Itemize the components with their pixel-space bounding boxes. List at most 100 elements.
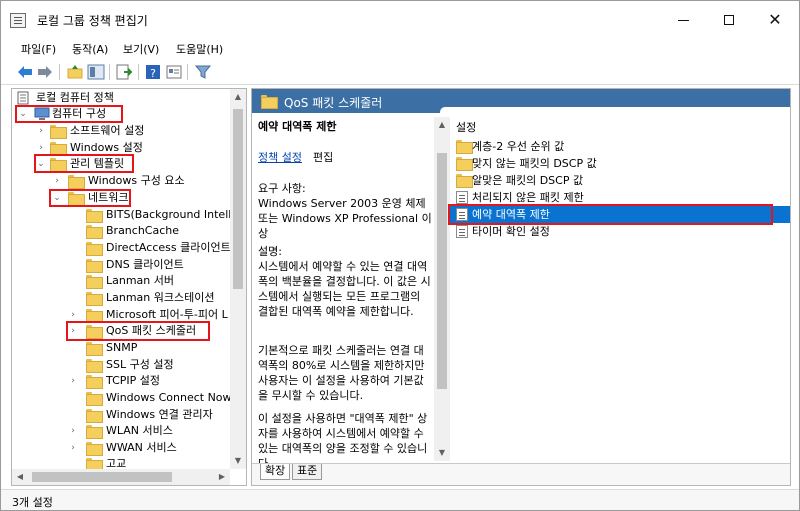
- properties-icon[interactable]: [165, 63, 183, 81]
- chevron-right-icon[interactable]: ›: [52, 173, 62, 189]
- chevron-right-icon[interactable]: ›: [68, 423, 78, 439]
- tab-standard[interactable]: 표준: [292, 464, 323, 480]
- description-scrollbar[interactable]: ▲ ▼: [434, 117, 450, 461]
- policy-setting-icon: [456, 225, 468, 238]
- tree-item-label: Lanman 워크스테이션: [106, 291, 215, 304]
- status-text: 3개 설정: [12, 496, 53, 509]
- show-hide-tree-icon[interactable]: [87, 63, 105, 81]
- tree-hscroll-thumb[interactable]: [32, 472, 172, 482]
- list-item-label: 맞지 않는 패킷의 DSCP 값: [472, 157, 597, 170]
- close-icon: ✕: [768, 10, 782, 29]
- scroll-down-arrow-icon[interactable]: ▼: [434, 445, 450, 461]
- minimize-icon: [677, 19, 689, 21]
- menu-bar: 파일(F) 동작(A) 보기(V) 도움말(H): [1, 39, 799, 59]
- folder-icon: [68, 175, 85, 189]
- tree-item-label: BranchCache: [106, 224, 180, 237]
- red-highlight-box: [49, 189, 131, 207]
- right-pane: QoS 패킷 스케줄러 예약 대역폭 제한 정책 설정 편집 요구 사항: Wi…: [251, 88, 791, 486]
- scroll-down-arrow-icon[interactable]: ▼: [230, 453, 246, 469]
- title-bar: 로컬 그룹 정책 편집기 ✕: [1, 1, 799, 39]
- list-item-label: 알맞은 패킷의 DSCP 값: [472, 174, 584, 187]
- tree-scroll-thumb[interactable]: [233, 109, 243, 289]
- policy-setting-icon: [456, 191, 468, 204]
- tree-item-label: Windows 구성 요소: [88, 174, 185, 187]
- folder-icon: [86, 409, 103, 423]
- red-highlight-box: [15, 105, 123, 123]
- window-title: 로컬 그룹 정책 편집기: [37, 14, 148, 28]
- folder-icon: [86, 225, 103, 239]
- tree-item-label: TCPIP 설정: [106, 374, 161, 387]
- explanation-paragraph-3: 이 설정을 사용하면 "대역폭 제한" 상자를 사용하여 시스템에서 예약할 수…: [258, 412, 428, 463]
- chevron-right-icon[interactable]: ›: [68, 440, 78, 456]
- minimize-button[interactable]: [660, 1, 706, 39]
- folder-icon: [86, 309, 103, 323]
- maximize-button[interactable]: [706, 1, 752, 39]
- settings-folder-item[interactable]: 맞지 않는 패킷의 DSCP 값: [450, 155, 790, 172]
- tree-item-label: WLAN 서비스: [106, 424, 173, 437]
- scroll-right-arrow-icon[interactable]: ▶: [214, 469, 230, 485]
- red-highlight-box: [66, 321, 210, 341]
- close-button[interactable]: ✕: [752, 1, 798, 39]
- scroll-up-arrow-icon[interactable]: ▲: [230, 89, 246, 105]
- scroll-left-arrow-icon[interactable]: ◀: [12, 469, 28, 485]
- tree-item-label: Windows Connect Now: [106, 391, 232, 404]
- menu-action[interactable]: 동작(A): [70, 41, 110, 57]
- folder-icon: [86, 375, 103, 389]
- tree-item-label: Lanman 서버: [106, 274, 175, 287]
- tree-item-label: BITS(Background Intellige: [106, 208, 247, 221]
- tree-item-label: DNS 클라이언트: [106, 258, 184, 271]
- requirements-text: 요구 사항: Windows Server 2003 운영 체제 또는 Wind…: [258, 182, 432, 240]
- folder-icon: [86, 359, 103, 373]
- edit-label: 편집: [313, 151, 334, 164]
- folder-icon: [86, 442, 103, 456]
- toolbar: ?: [1, 59, 799, 85]
- pane-header-title: QoS 패킷 스케줄러: [284, 96, 383, 110]
- forward-arrow-icon[interactable]: [36, 63, 54, 81]
- view-tabs: 확장 표준: [252, 463, 790, 485]
- policy-setting-item[interactable]: 타이머 확인 설정: [450, 223, 790, 240]
- help-icon[interactable]: ?: [144, 63, 162, 81]
- folder-icon: [86, 259, 103, 273]
- explanation-text: 설명: 시스템에서 예약할 수 있는 연결 대역폭의 백분율을 결정합니다. 이…: [258, 245, 431, 318]
- settings-column-header[interactable]: 설정: [456, 119, 476, 135]
- tree-item-label: Windows 연결 관리자: [106, 408, 213, 421]
- chevron-right-icon[interactable]: ›: [36, 123, 46, 139]
- folder-icon: [86, 242, 103, 256]
- gpedit-app-icon: [10, 13, 26, 28]
- tree-item-label: SSL 구성 설정: [106, 358, 174, 371]
- chevron-right-icon[interactable]: ›: [68, 373, 78, 389]
- folder-icon: [86, 425, 103, 439]
- tree-pane: 로컬 컴퓨터 정책 ⌄ 컴퓨터 구성 › 소프트웨어 설정 › Windows 설정 ⌄ 관리…: [11, 88, 247, 486]
- list-item-label: 계층-2 우선 순위 값: [472, 140, 565, 153]
- folder-icon: [50, 142, 67, 156]
- settings-folder-item[interactable]: 계층-2 우선 순위 값: [450, 138, 790, 155]
- tree-horizontal-scrollbar[interactable]: ◀ ▶: [12, 469, 230, 485]
- menu-view[interactable]: 보기(V): [121, 41, 161, 57]
- menu-help[interactable]: 도움말(H): [174, 41, 225, 57]
- folder-icon: [456, 157, 473, 171]
- policy-setting-link[interactable]: 정책 설정: [258, 150, 302, 165]
- description-scroll-thumb[interactable]: [437, 153, 447, 389]
- scroll-up-arrow-icon[interactable]: ▲: [434, 117, 450, 133]
- up-folder-icon[interactable]: [66, 63, 84, 81]
- tree-item-label: DirectAccess 클라이언트: [106, 241, 231, 254]
- settings-folder-item[interactable]: 알맞은 패킷의 DSCP 값: [450, 172, 790, 189]
- folder-icon: [86, 392, 103, 406]
- back-arrow-icon[interactable]: [16, 63, 34, 81]
- pane-header: QoS 패킷 스케줄러: [252, 89, 790, 113]
- explanation-paragraph-2: 기본적으로 패킷 스케줄러는 연결 대역폭의 80%로 시스템을 제한하지만 사…: [258, 344, 425, 402]
- tree-item-label: 소프트웨어 설정: [70, 124, 145, 137]
- list-item-label: 타이머 확인 설정: [472, 225, 550, 238]
- tree-item-label: WWAN 서비스: [106, 441, 177, 454]
- red-highlight-box: [34, 154, 134, 173]
- filter-icon[interactable]: [194, 63, 212, 81]
- description-title: 예약 대역폭 제한: [258, 120, 337, 133]
- folder-icon: [50, 125, 67, 139]
- menu-file[interactable]: 파일(F): [19, 41, 58, 57]
- export-list-icon[interactable]: [115, 63, 133, 81]
- tab-extended[interactable]: 확장: [260, 464, 291, 480]
- status-bar: 3개 설정: [1, 489, 799, 510]
- tree-vertical-scrollbar[interactable]: ▲ ▼: [230, 89, 246, 469]
- folder-icon: [86, 209, 103, 223]
- red-highlight-box: [448, 204, 773, 225]
